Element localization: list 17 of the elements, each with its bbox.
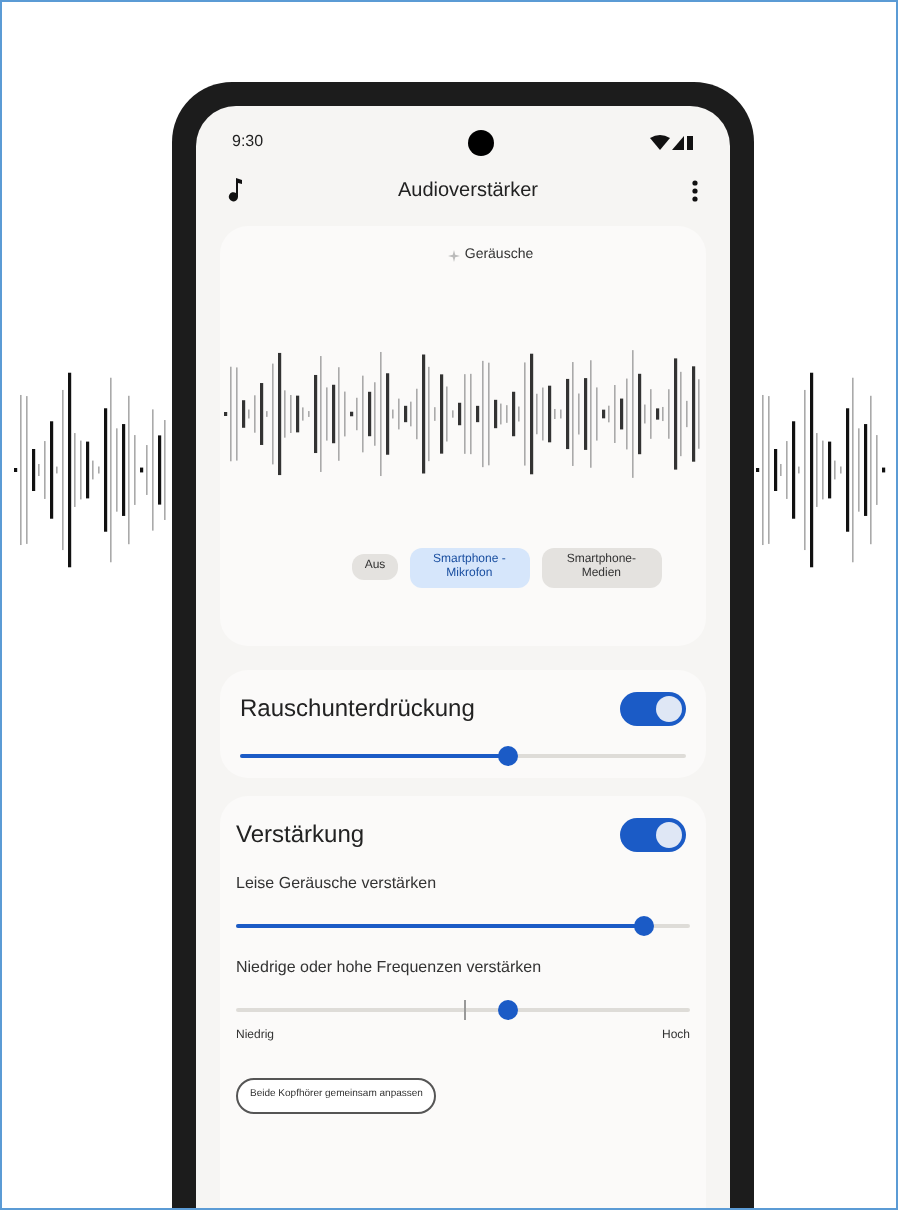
center-tick	[463, 1000, 465, 1020]
menu-icon[interactable]	[692, 179, 698, 201]
amplify-title: Verstärkung	[236, 818, 365, 852]
music-note-icon[interactable]	[228, 178, 244, 202]
sparkle-icon	[448, 250, 461, 263]
slider-thumb[interactable]	[634, 916, 655, 936]
slider-thumb[interactable]	[497, 746, 518, 766]
status-time: 9:30	[232, 130, 264, 154]
toggle-switch[interactable]	[620, 817, 686, 851]
slider-label: Leise Geräusche verstärken	[236, 872, 439, 896]
status-icons	[649, 134, 694, 150]
camera-hole	[467, 129, 494, 155]
slider-thumb[interactable]	[498, 1000, 519, 1020]
app-title: Audioverstärker	[397, 177, 539, 205]
slider-label: Niedrige oder hohe Frequenzen verstärken	[236, 956, 544, 980]
toggle-switch[interactable]	[620, 691, 686, 725]
noise-title: Rauschunterdrückung	[240, 692, 475, 726]
